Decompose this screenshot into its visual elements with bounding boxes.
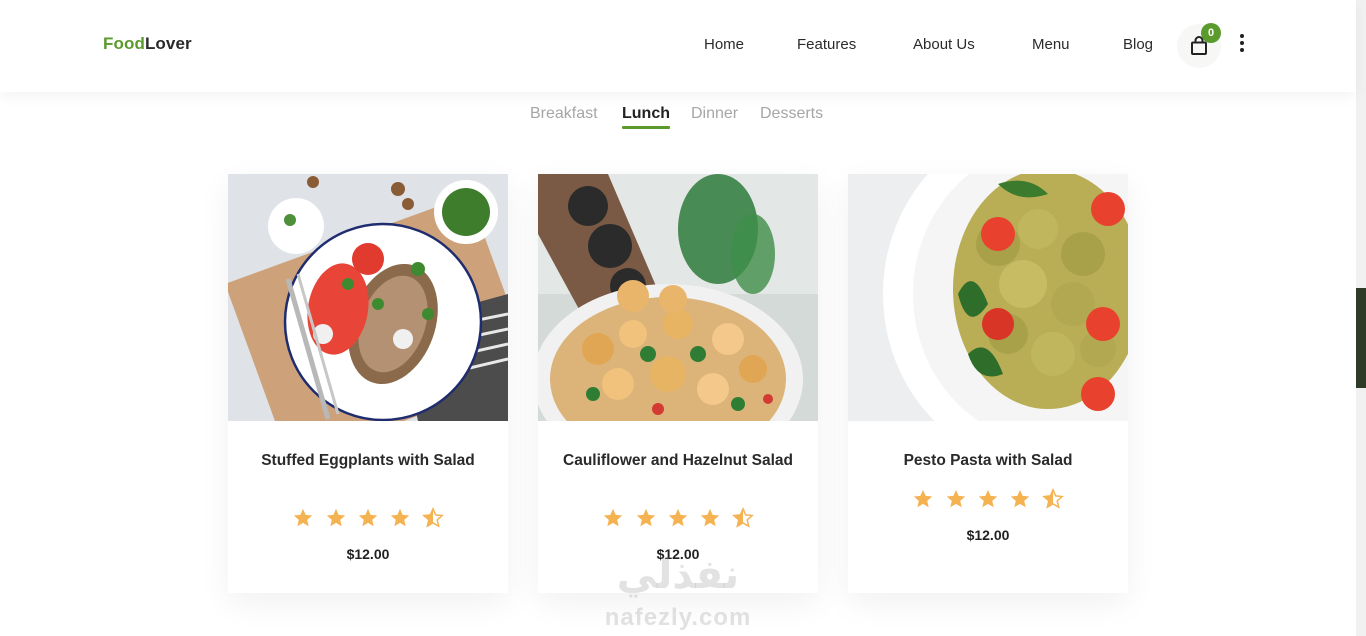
dish-title[interactable]: Cauliflower and Hazelnut Salad — [558, 451, 798, 470]
cart-count-badge: 0 — [1201, 23, 1221, 43]
brand-logo-part2: Lover — [144, 34, 192, 53]
dish-title[interactable]: Stuffed Eggplants with Salad — [248, 451, 488, 470]
dish-image-cauliflower-salad[interactable] — [538, 174, 818, 421]
star-full-icon — [391, 508, 410, 527]
dish-image-stuffed-eggplants[interactable] — [228, 174, 508, 421]
rating-stars — [538, 507, 818, 534]
vertical-dots-icon — [1234, 34, 1250, 52]
menu-card[interactable]: Stuffed Eggplants with Salad $12.00 — [228, 174, 508, 593]
nav-item-about-us[interactable]: About Us — [913, 36, 975, 53]
tab-lunch[interactable]: Lunch — [622, 105, 670, 123]
tab-breakfast[interactable]: Breakfast — [530, 105, 598, 123]
nav-item-blog[interactable]: Blog — [1123, 36, 1153, 53]
star-full-icon — [326, 508, 345, 527]
brand-logo[interactable]: FoodLover — [103, 34, 192, 54]
star-half-icon — [1041, 488, 1064, 509]
rating-stars — [228, 507, 508, 534]
active-tab-indicator — [622, 126, 670, 129]
star-full-icon — [946, 489, 965, 508]
star-full-icon — [636, 508, 655, 527]
star-half-icon — [731, 507, 754, 528]
star-full-icon — [293, 508, 313, 527]
tab-dinner[interactable]: Dinner — [691, 105, 738, 123]
brand-logo-part1: Food — [103, 34, 145, 53]
nav-item-menu[interactable]: Menu — [1032, 36, 1070, 53]
tab-desserts[interactable]: Desserts — [760, 105, 823, 123]
nav-item-features[interactable]: Features — [797, 36, 856, 53]
star-full-icon — [358, 508, 378, 527]
star-full-icon — [913, 489, 933, 508]
site-header: FoodLover Home Features About Us Menu Bl… — [0, 0, 1356, 92]
more-options-button[interactable] — [1234, 32, 1250, 54]
star-full-icon — [1011, 489, 1030, 508]
star-half-icon — [421, 507, 444, 528]
menu-card[interactable]: Cauliflower and Hazelnut Salad $12.00 — [538, 174, 818, 593]
dish-title[interactable]: Pesto Pasta with Salad — [868, 451, 1108, 470]
nav-item-home[interactable]: Home — [704, 36, 744, 53]
dish-price: $12.00 — [966, 527, 1010, 543]
star-full-icon — [603, 508, 623, 527]
watermark-latin: nafezly.com — [604, 604, 752, 631]
page-scrollbar-thumb[interactable] — [1356, 288, 1366, 388]
rating-stars — [848, 488, 1128, 515]
star-full-icon — [701, 508, 720, 527]
watermark-arabic: نفذلي — [616, 553, 740, 597]
menu-card[interactable]: Pesto Pasta with Salad $12.00 — [848, 174, 1128, 593]
star-full-icon — [668, 508, 688, 527]
dish-image-pesto-pasta[interactable] — [848, 174, 1128, 421]
star-full-icon — [978, 489, 998, 508]
